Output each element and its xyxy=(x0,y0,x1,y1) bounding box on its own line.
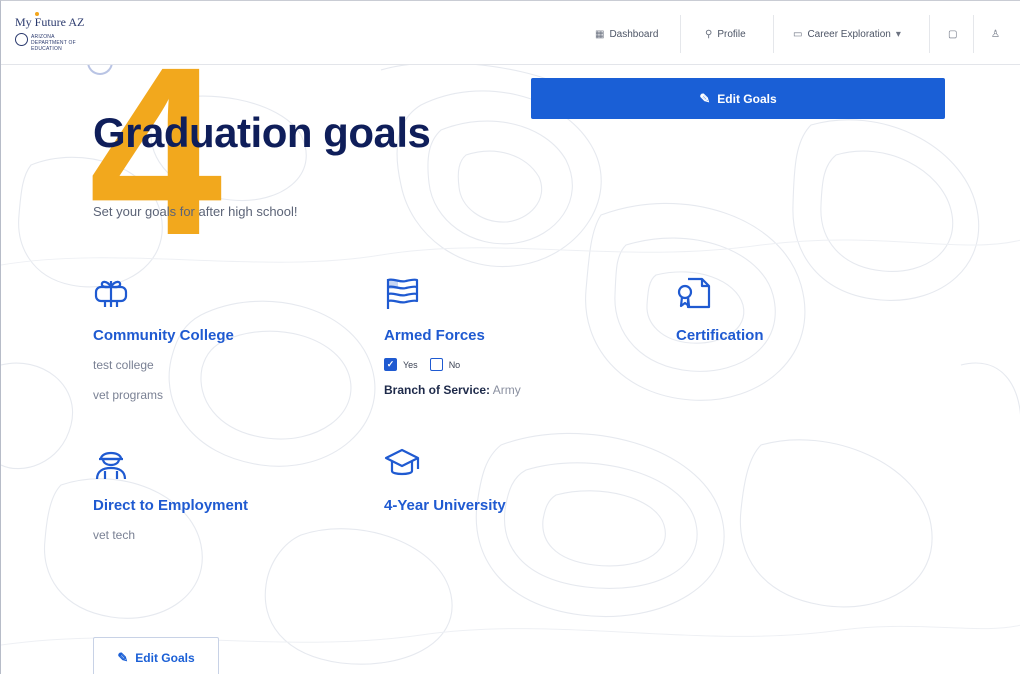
goal-title: Certification xyxy=(676,327,764,344)
branch-of-service: Branch of Service: Army xyxy=(384,383,644,397)
dashboard-icon: ▦ xyxy=(595,28,605,40)
page-title: Graduation goals xyxy=(93,109,431,156)
goal-title: Armed Forces xyxy=(384,327,485,344)
user-avatar-icon: ♙ xyxy=(991,28,1000,40)
edit-goals-label: Edit Goals xyxy=(135,651,195,665)
worker-icon xyxy=(95,451,127,480)
site-logo[interactable]: My Future AZ ARIZONA DEPARTMENT OF EDUCA… xyxy=(15,12,125,55)
nav-profile[interactable]: ⚲ Profile xyxy=(705,25,746,43)
logo-subtitle: ARIZONA DEPARTMENT OF EDUCATION xyxy=(31,34,76,52)
certificate-icon xyxy=(677,277,711,309)
nav-divider xyxy=(680,15,681,53)
yes-label: Yes xyxy=(403,359,418,370)
department-seal-icon xyxy=(15,33,28,46)
edit-goals-button-bottom[interactable]: ✎ Edit Goals xyxy=(93,637,219,674)
page: My Future AZ ARIZONA DEPARTMENT OF EDUCA… xyxy=(0,0,1020,674)
goal-title: Community College xyxy=(93,327,234,344)
page-subtitle: Set your goals for after high school! xyxy=(93,204,298,219)
nav-career-exploration-label: Career Exploration xyxy=(807,28,891,40)
gift-scroll-icon xyxy=(94,280,128,307)
graduation-cap-icon xyxy=(384,448,420,476)
goal-armed-forces: Armed Forces Yes No Branch of Service: A… xyxy=(384,275,644,397)
nav-dashboard-label: Dashboard xyxy=(609,28,659,40)
goal-community-college: Community College test college vet progr… xyxy=(93,275,353,402)
document-icon: ▭ xyxy=(793,28,803,40)
nav-dashboard[interactable]: ▦ Dashboard xyxy=(595,25,658,43)
nav-divider xyxy=(773,15,774,53)
goal-title: Direct to Employment xyxy=(93,497,249,514)
graduation-goals-section: 4 Graduation goals Set your goals for af… xyxy=(1,1,1020,674)
edit-goals-button-top[interactable]: ✎ Edit Goals xyxy=(531,78,945,119)
edit-goals-label: Edit Goals xyxy=(717,91,777,106)
user-menu-button[interactable]: ♙ xyxy=(991,25,1000,43)
goal-direct-to-employment: Direct to Employment vet tech xyxy=(93,445,353,542)
top-navbar: My Future AZ ARIZONA DEPARTMENT OF EDUCA… xyxy=(1,1,1020,65)
no-label: No xyxy=(448,359,461,370)
goal-certification: Certification xyxy=(676,275,936,344)
edit-icon: ✎ xyxy=(117,650,129,665)
armed-forces-choice: Yes No xyxy=(384,358,644,371)
flag-icon xyxy=(386,278,419,309)
nav-profile-label: Profile xyxy=(717,28,746,40)
nav-career-exploration[interactable]: ▭ Career Exploration ▾ xyxy=(793,25,901,43)
goal-four-year-university: 4-Year University xyxy=(384,445,644,514)
branch-label: Branch of Service: xyxy=(384,383,491,397)
checkbox-unchecked-icon xyxy=(429,358,443,371)
no-checkbox[interactable]: No xyxy=(429,358,461,371)
yes-checkbox[interactable]: Yes xyxy=(384,358,418,371)
profile-icon: ⚲ xyxy=(705,28,713,40)
nav-divider xyxy=(929,15,930,53)
goal-title: 4-Year University xyxy=(384,497,506,514)
logo-title: My Future AZ xyxy=(15,15,85,29)
notifications-button[interactable]: ▢ xyxy=(948,25,957,43)
notification-icon: ▢ xyxy=(948,28,958,40)
goal-detail: vet tech xyxy=(93,528,136,542)
branch-value: Army xyxy=(492,383,521,397)
goal-detail: vet programs xyxy=(93,388,164,402)
edit-icon: ✎ xyxy=(699,90,711,106)
checkbox-checked-icon xyxy=(384,358,397,371)
chevron-down-icon: ▾ xyxy=(895,28,901,40)
nav-divider xyxy=(973,15,974,53)
goal-detail: test college xyxy=(93,358,154,372)
